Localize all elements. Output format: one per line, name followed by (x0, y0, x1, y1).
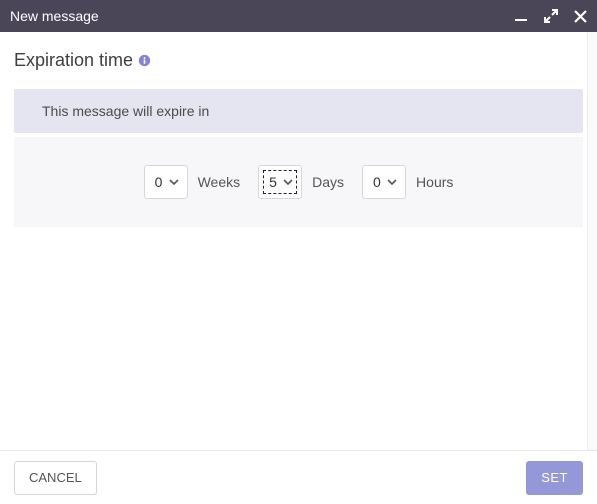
duration-row: 0 Weeks 5 Days (144, 165, 454, 199)
weeks-value: 0 (155, 174, 163, 190)
minimize-icon[interactable] (514, 9, 528, 23)
expand-icon[interactable] (544, 9, 558, 23)
expire-banner: This message will expire in (14, 89, 583, 133)
cancel-button[interactable]: CANCEL (14, 461, 97, 495)
scrollbar-track[interactable] (587, 32, 597, 450)
hours-value: 0 (373, 174, 381, 190)
titlebar: New message (0, 0, 597, 32)
chevron-down-icon (169, 177, 179, 187)
chevron-down-icon (283, 177, 293, 187)
window-controls (514, 9, 587, 23)
content-area: Expiration time This message will expire… (0, 32, 597, 227)
days-select[interactable]: 5 (258, 165, 302, 199)
weeks-select[interactable]: 0 (144, 165, 188, 199)
close-icon[interactable] (574, 10, 587, 23)
hours-select[interactable]: 0 (362, 165, 406, 199)
compose-window: New message Expira (0, 0, 597, 504)
chevron-down-icon (387, 177, 397, 187)
hours-group: 0 Hours (362, 165, 453, 199)
days-group: 5 Days (258, 165, 344, 199)
expire-banner-text: This message will expire in (42, 103, 209, 119)
weeks-label: Weeks (198, 174, 241, 190)
days-value: 5 (269, 174, 277, 190)
hours-label: Hours (416, 174, 453, 190)
page-title: Expiration time (14, 50, 583, 71)
duration-picker: 0 Weeks 5 Days (14, 137, 583, 227)
window-title: New message (10, 8, 99, 24)
info-icon[interactable] (137, 54, 151, 68)
page-title-text: Expiration time (14, 50, 133, 71)
set-button[interactable]: SET (526, 461, 583, 495)
weeks-group: 0 Weeks (144, 165, 241, 199)
footer: CANCEL SET (0, 450, 597, 504)
days-label: Days (312, 174, 344, 190)
